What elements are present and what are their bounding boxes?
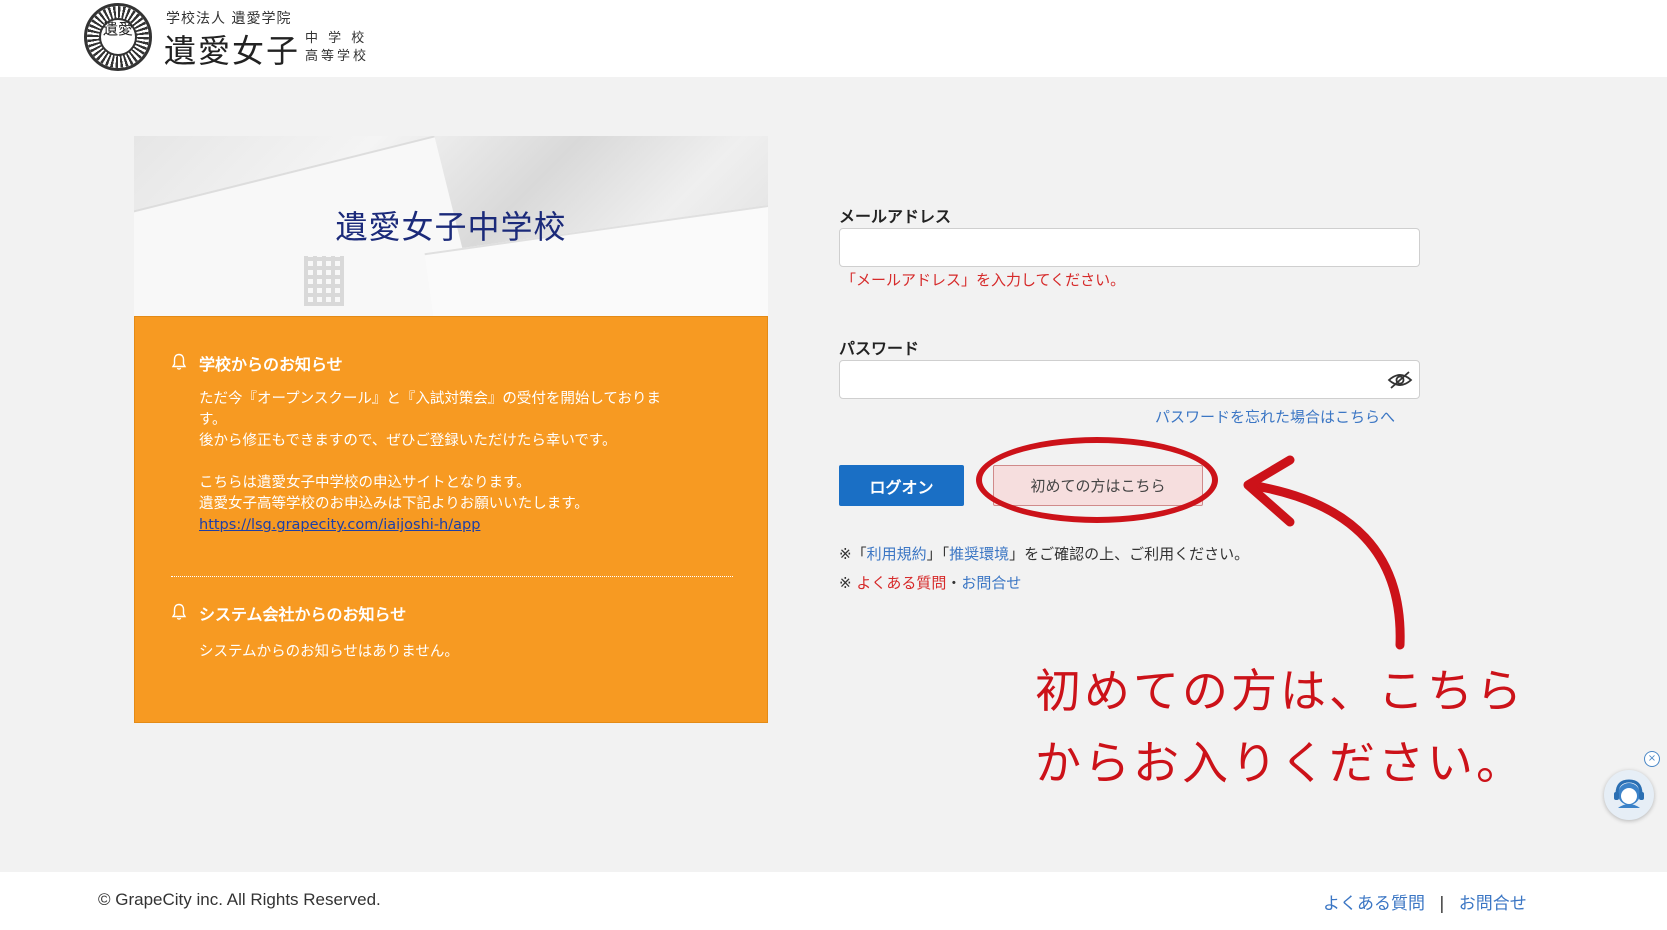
system-notice-title: システム会社からのお知らせ xyxy=(199,605,407,624)
seal-text: 遺愛 xyxy=(99,18,137,56)
terms-note: ※「利用規約」「推奨環境」をご確認の上、ご利用ください。 xyxy=(839,543,1249,564)
password-label: パスワード xyxy=(839,339,920,358)
notice-panel: 学校からのお知らせ ただ今『オープンスクール』と『入試対策会』の受付を開始してお… xyxy=(134,316,768,723)
email-label: メールアドレス xyxy=(839,207,952,226)
footer-links: よくある質問 | お問合せ xyxy=(1323,889,1527,914)
notice-line: 遺愛女子高等学校のお申込みは下記よりお願いいたします。 xyxy=(199,496,589,512)
note-text: ※「 xyxy=(839,545,867,563)
contact-link[interactable]: お問合せ xyxy=(961,574,1021,592)
logo-level-junior: 中 学 校 xyxy=(305,31,368,46)
faq-link[interactable]: よくある質問 xyxy=(856,574,946,592)
email-error-message: 「メールアドレス」を入力してください。 xyxy=(841,271,1126,289)
note-text: 」をご確認の上、ご利用ください。 xyxy=(1009,545,1250,563)
recommended-environment-link[interactable]: 推奨環境 xyxy=(949,545,1009,563)
forgot-password-link[interactable]: パスワードを忘れた場合はこちらへ xyxy=(1155,406,1395,427)
banner-pattern xyxy=(304,256,344,306)
support-chat-button[interactable] xyxy=(1604,770,1654,820)
notice-line xyxy=(199,452,699,473)
banner-title: 遺愛女子中学校 xyxy=(335,208,567,246)
annotation-line: 初めての方は、こちら xyxy=(1035,664,1525,718)
support-close-icon[interactable]: × xyxy=(1644,751,1660,767)
notice-line: こちらは遺愛女子中学校の申込サイトとなります。 xyxy=(199,475,531,491)
school-notice-title: 学校からのお知らせ xyxy=(199,355,343,374)
note-text: ・ xyxy=(946,574,962,592)
footer-faq-link[interactable]: よくある質問 xyxy=(1323,894,1425,914)
copyright-text: © GrapeCity inc. All Rights Reserved. xyxy=(98,890,381,909)
logo-school-name: 遺愛女子 xyxy=(164,32,301,70)
annotation-circle xyxy=(976,437,1218,523)
password-input[interactable] xyxy=(839,360,1420,399)
toggle-password-visibility-icon[interactable] xyxy=(1387,370,1413,390)
annotation-text: 初めての方は、こちら からお入りください。 xyxy=(1035,655,1595,799)
bell-icon xyxy=(171,603,187,620)
logo-school-levels: 中 学 校 高等学校 xyxy=(305,30,369,66)
footer-contact-link[interactable]: お問合せ xyxy=(1459,894,1527,914)
school-banner: 遺愛女子中学校 xyxy=(134,136,768,316)
notice-divider xyxy=(171,576,733,577)
note-text: 」「 xyxy=(926,545,950,563)
terms-of-use-link[interactable]: 利用規約 xyxy=(867,545,927,563)
annotation-line: からお入りください。 xyxy=(1035,736,1525,790)
logon-button[interactable]: ログオン xyxy=(839,465,964,506)
logo-corporation-name: 学校法人 遺愛学院 xyxy=(166,11,292,27)
notice-line: ただ今『オープンスクール』と『入試対策会』の受付を開始しておりま xyxy=(199,391,661,407)
high-school-application-link[interactable]: https://lsg.grapecity.com/iaijoshi-h/app xyxy=(199,517,480,533)
school-seal-logo[interactable]: 遺愛 xyxy=(84,3,152,71)
site-header: 遺愛 学校法人 遺愛学院 遺愛女子 中 学 校 高等学校 xyxy=(0,0,1667,77)
footer-separator: | xyxy=(1439,894,1445,914)
system-notice-body: システムからのお知らせはありません。 xyxy=(199,644,459,660)
notice-line: す。 xyxy=(199,412,227,428)
help-note: ※ よくある質問・お問合せ xyxy=(839,572,1021,593)
site-footer: © GrapeCity inc. All Rights Reserved. よく… xyxy=(0,872,1667,930)
annotation-arrow xyxy=(1243,455,1405,650)
logo-level-senior: 高等学校 xyxy=(305,49,370,64)
note-text: ※ xyxy=(839,574,857,592)
bell-icon xyxy=(171,353,187,370)
headset-operator-icon xyxy=(1614,779,1644,808)
notice-line: 後から修正もできますので、ぜひご登録いただけたら幸いです。 xyxy=(199,433,617,449)
email-input[interactable] xyxy=(839,228,1420,267)
school-notice-body: ただ今『オープンスクール』と『入試対策会』の受付を開始しておりま す。 後から修… xyxy=(199,389,699,536)
